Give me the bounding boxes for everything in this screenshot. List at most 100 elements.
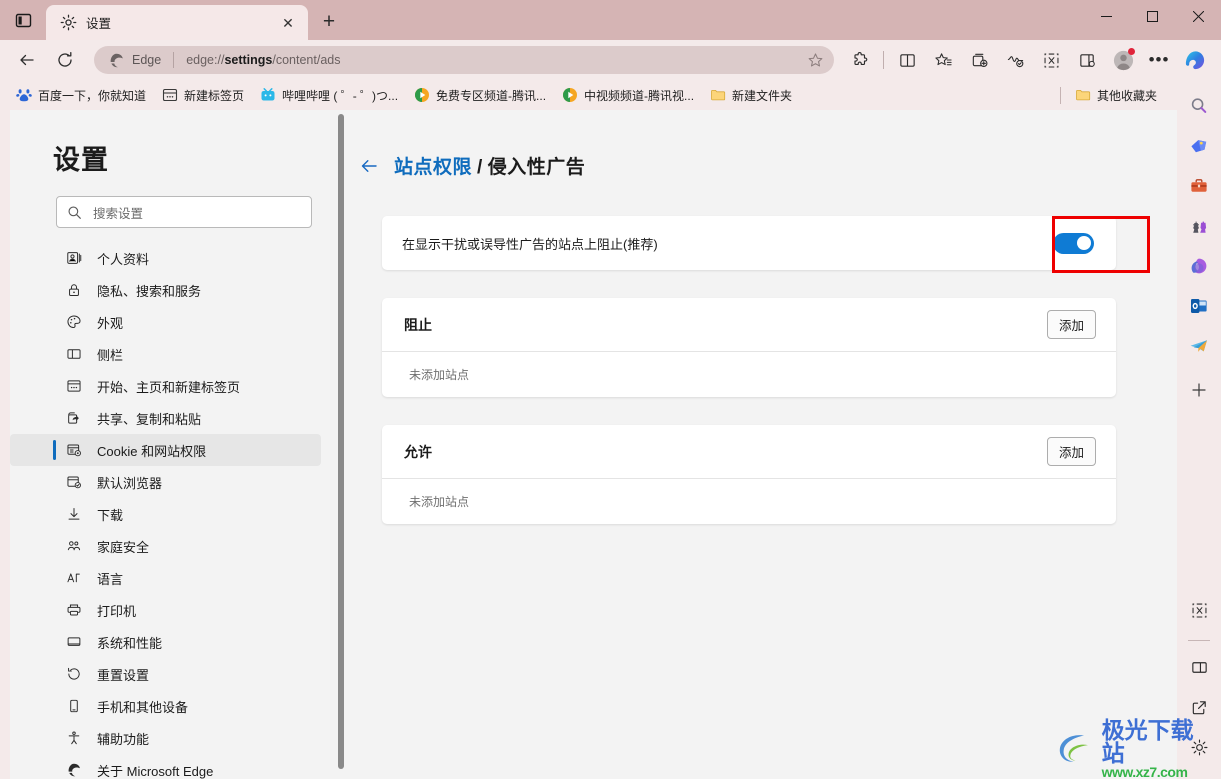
- search-input-placeholder[interactable]: 搜索设置: [93, 203, 143, 222]
- rail-split-pane-button[interactable]: [1183, 651, 1215, 683]
- sidebar-item-system-performance[interactable]: 系统和性能: [10, 626, 321, 658]
- profile-button[interactable]: [1107, 44, 1139, 76]
- rail-office-button[interactable]: [1183, 250, 1215, 282]
- sidebar-item-reset-settings[interactable]: 重置设置: [10, 658, 321, 690]
- tencent-video-favicon: [415, 88, 430, 102]
- sidebar-item-label: 打印机: [97, 603, 137, 619]
- sidebar-item-label: 侧栏: [97, 347, 124, 363]
- bookmark-item[interactable]: 免费专区频道-腾讯...: [408, 84, 552, 107]
- bookmark-item[interactable]: 新建标签页: [156, 84, 250, 107]
- sidebar-item-share-copy-paste[interactable]: 共享、复制和粘贴: [10, 402, 321, 434]
- bookmarks-divider: [1059, 86, 1061, 104]
- bookmark-item[interactable]: 百度一下，你就知道: [10, 84, 152, 107]
- address-bar[interactable]: Edge edge://settings/content/ads: [94, 46, 834, 74]
- favorites-button[interactable]: [927, 44, 959, 76]
- breadcrumb-parent-link[interactable]: 站点权限: [394, 157, 472, 178]
- window-controls: [1083, 0, 1221, 32]
- sidebar-item-downloads[interactable]: 下载: [10, 498, 321, 530]
- games-icon: [1193, 221, 1207, 233]
- settings-nav-scrollbar[interactable]: [338, 114, 344, 769]
- page-title: 设置: [53, 145, 109, 175]
- add-blocked-site-button[interactable]: 添加: [1046, 310, 1096, 339]
- rail-search-button[interactable]: [1183, 90, 1215, 122]
- sidebar-item-label: 默认浏览器: [97, 475, 163, 491]
- sidebar-item-default-browser[interactable]: 默认浏览器: [10, 466, 321, 498]
- add-allowed-site-button[interactable]: 添加: [1046, 437, 1096, 466]
- office-icon: [1191, 258, 1207, 274]
- extensions-button[interactable]: [844, 44, 876, 76]
- blocked-empty-row: 未添加站点: [382, 352, 1116, 397]
- rail-outlook-button[interactable]: [1183, 290, 1215, 322]
- screenshot-button[interactable]: [1035, 44, 1067, 76]
- back-button[interactable]: [358, 155, 380, 177]
- minimize-button[interactable]: [1083, 0, 1129, 32]
- maximize-button[interactable]: [1129, 0, 1175, 32]
- split-screen-button[interactable]: [891, 44, 923, 76]
- url-host: settings: [224, 53, 273, 67]
- sidebar-item-privacy[interactable]: 隐私、搜索和服务: [10, 274, 321, 306]
- sidebar-item-phone-other-devices[interactable]: 手机和其他设备: [10, 690, 321, 722]
- bookmark-item[interactable]: 中视频频道-腾讯视...: [556, 84, 700, 107]
- lock-icon: [65, 282, 82, 299]
- language-icon: [65, 570, 82, 587]
- edge-sidebar-rail: [1177, 80, 1221, 779]
- close-window-button[interactable]: [1175, 0, 1221, 32]
- back-button[interactable]: [11, 44, 43, 76]
- tab-actions-button[interactable]: [0, 0, 46, 40]
- sidebar-item-appearance[interactable]: 外观: [10, 306, 321, 338]
- bookmark-label: 新建标签页: [184, 88, 245, 103]
- sidebar-item-printers[interactable]: 打印机: [10, 594, 321, 626]
- bookmark-item[interactable]: 哔哩哔哩 ( ゜- ゜)つ...: [254, 84, 404, 107]
- sidebar-item-about-edge[interactable]: 关于 Microsoft Edge: [10, 754, 321, 779]
- rail-shopping-button[interactable]: [1183, 130, 1215, 162]
- omnibox-url[interactable]: edge://settings/content/ads: [186, 53, 802, 67]
- bookmarks-bar: 百度一下，你就知道 新建标签页 哔哩哔哩 ( ゜- ゜)つ... 免费专区频道-…: [0, 80, 1221, 110]
- rail-screenshot-button[interactable]: [1183, 594, 1215, 626]
- screenshot-icon: [1044, 53, 1058, 67]
- search-settings-box[interactable]: 搜索设置: [56, 196, 312, 228]
- refresh-button[interactable]: [49, 44, 81, 76]
- sidebar-item-start-home-newtab[interactable]: 开始、主页和新建标签页: [10, 370, 321, 402]
- phone-icon: [65, 698, 82, 715]
- browser-window: 设置 ✕ + Edge edge://settings/content/ads …: [0, 0, 1221, 779]
- family-icon: [65, 538, 82, 555]
- bookmark-label: 百度一下，你就知道: [38, 88, 147, 103]
- sidebar-item-family-safety[interactable]: 家庭安全: [10, 530, 321, 562]
- rail-add-button[interactable]: [1183, 374, 1215, 406]
- sidebar-item-label: 关于 Microsoft Edge: [97, 763, 214, 779]
- omnibox-brand-label: Edge: [132, 53, 162, 67]
- more-options-icon: •••: [1148, 49, 1170, 69]
- sidebar-item-profile[interactable]: 个人资料: [10, 242, 321, 274]
- new-tab-button[interactable]: +: [312, 5, 346, 39]
- rail-tools-button[interactable]: [1183, 170, 1215, 202]
- browser-essentials-button[interactable]: [999, 44, 1031, 76]
- refresh-icon: [58, 51, 72, 67]
- rail-telegram-button[interactable]: [1183, 330, 1215, 362]
- omnibox-brand: Edge: [108, 52, 161, 69]
- browser-tab[interactable]: 设置 ✕: [46, 5, 308, 40]
- sidebar-item-languages[interactable]: 语言: [10, 562, 321, 594]
- title-bar: 设置 ✕ +: [0, 0, 1221, 40]
- bookmark-folder[interactable]: 新建文件夹: [704, 84, 798, 107]
- empty-text: 未添加站点: [409, 495, 470, 509]
- copilot-button[interactable]: [1179, 44, 1211, 76]
- url-path: /content/ads: [272, 53, 341, 67]
- search-icon: [68, 206, 81, 219]
- rail-open-external-button[interactable]: [1183, 691, 1215, 723]
- more-options-button[interactable]: •••: [1143, 44, 1175, 76]
- block-ads-toggle[interactable]: [1053, 232, 1094, 254]
- bilibili-favicon: [261, 88, 275, 101]
- sidebar-item-sidebar[interactable]: 侧栏: [10, 338, 321, 370]
- rail-settings-button[interactable]: [1183, 731, 1215, 763]
- sidebar-item-cookies-site-permissions[interactable]: Cookie 和网站权限: [10, 434, 321, 466]
- cookie-icon: [65, 442, 82, 459]
- sidebar-toggle-button[interactable]: [1071, 44, 1103, 76]
- collections-button[interactable]: [963, 44, 995, 76]
- sidebar-item-label: Cookie 和网站权限: [97, 443, 207, 459]
- add-favorite-button[interactable]: [802, 47, 828, 73]
- rail-games-button[interactable]: [1183, 210, 1215, 242]
- tab-close-button[interactable]: ✕: [276, 11, 300, 35]
- sidebar-item-label: 隐私、搜索和服务: [97, 283, 202, 299]
- other-favorites-folder[interactable]: 其他收藏夹: [1069, 84, 1163, 107]
- sidebar-item-accessibility[interactable]: 辅助功能: [10, 722, 321, 754]
